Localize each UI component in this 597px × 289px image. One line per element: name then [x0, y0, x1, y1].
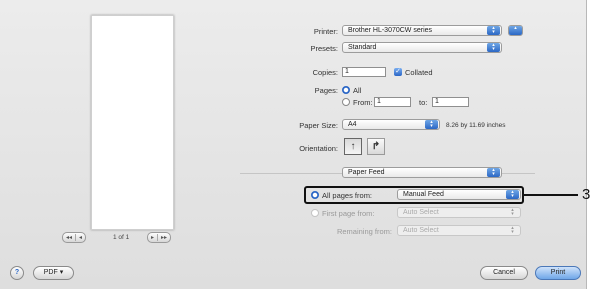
- pages-all-label: All: [353, 86, 362, 95]
- pages-from-label: From:: [353, 98, 373, 107]
- popup-arrows-icon: ▴ ▾: [487, 26, 500, 35]
- first-page-from-label: First page from:: [322, 209, 375, 218]
- first-page-source-select[interactable]: Auto Select ▴ ▾: [397, 207, 521, 218]
- callout-number: 3: [582, 186, 591, 203]
- orientation-label: Orientation:: [299, 144, 338, 153]
- popup-arrows-icon: ▴ ▾: [487, 43, 500, 52]
- landscape-orientation-button[interactable]: ↱: [367, 138, 385, 155]
- pages-all-radio[interactable]: [342, 86, 350, 94]
- paper-dimensions: 8.26 by 11.69 inches: [446, 122, 506, 129]
- printer-label: Printer:: [313, 27, 338, 36]
- preview-forward-buttons[interactable]: ▸ ▸▸: [147, 232, 172, 243]
- landscape-icon: ↱: [371, 141, 381, 152]
- next-last-page-button[interactable]: ▸ ▸▸: [147, 232, 172, 243]
- printer-select[interactable]: Brother HL-3070CW series ▴ ▾: [342, 25, 502, 36]
- print-preview-page: [91, 15, 174, 230]
- remaining-source-value: Auto Select: [403, 227, 439, 234]
- preview-back-buttons[interactable]: ◂◂ ◂: [62, 232, 87, 243]
- popup-arrows-icon: ▴ ▾: [511, 225, 514, 235]
- paper-size-label: Paper Size:: [299, 121, 338, 130]
- first-prev-page-button[interactable]: ◂◂ ◂: [62, 232, 87, 243]
- pages-label: Pages:: [314, 86, 338, 95]
- presets-label: Presets:: [310, 44, 338, 53]
- callout-highlight-box: [304, 186, 524, 204]
- collapse-triangle-icon: ▴: [509, 26, 522, 35]
- first-page-from-radio[interactable]: [311, 209, 319, 217]
- expand-dialog-button[interactable]: ▴: [508, 25, 523, 36]
- collated-label: Collated: [405, 68, 433, 77]
- remaining-source-select[interactable]: Auto Select ▴ ▾: [397, 225, 521, 236]
- next-page-icon[interactable]: ▸: [148, 234, 157, 241]
- pages-to-field[interactable]: 1: [432, 97, 469, 107]
- printer-value: Brother HL-3070CW series: [348, 27, 433, 34]
- help-icon: ?: [14, 269, 20, 276]
- presets-value: Standard: [348, 44, 377, 51]
- pdf-menu-button[interactable]: PDF ▾: [33, 266, 74, 280]
- remaining-from-label: Remaining from:: [336, 227, 392, 236]
- pages-from-field[interactable]: 1: [374, 97, 411, 107]
- pages-to-label: to:: [419, 98, 428, 107]
- prev-page-icon[interactable]: ◂: [75, 234, 85, 241]
- popup-arrows-icon: ▴ ▾: [425, 120, 438, 129]
- last-page-icon[interactable]: ▸▸: [157, 234, 170, 241]
- paper-size-value: A4: [348, 121, 357, 128]
- first-page-source-value: Auto Select: [403, 209, 439, 216]
- print-button[interactable]: Print: [535, 266, 581, 280]
- presets-select[interactable]: Standard ▴ ▾: [342, 42, 502, 53]
- copies-field[interactable]: 1: [342, 67, 386, 77]
- cancel-button[interactable]: Cancel: [480, 266, 528, 280]
- paper-size-select[interactable]: A4 ▴ ▾: [342, 119, 440, 130]
- copies-label: Copies:: [312, 68, 338, 77]
- print-dialog: ◂◂ ◂ 1 of 1 ▸ ▸▸ Printer: Brother HL-3070C…: [0, 0, 587, 289]
- popup-arrows-icon: ▴ ▾: [487, 168, 500, 177]
- page-indicator: 1 of 1: [113, 234, 130, 241]
- portrait-icon: ↑: [350, 141, 356, 152]
- collated-checkbox[interactable]: ✓: [394, 68, 402, 76]
- pages-from-radio[interactable]: [342, 98, 350, 106]
- portrait-orientation-button[interactable]: ↑: [344, 138, 362, 155]
- help-button[interactable]: ?: [10, 266, 24, 280]
- popup-arrows-icon: ▴ ▾: [511, 207, 514, 217]
- first-page-icon[interactable]: ◂◂: [63, 234, 75, 241]
- section-select[interactable]: Paper Feed ▴ ▾: [342, 167, 502, 178]
- callout-leader-line: [524, 194, 578, 196]
- section-value: Paper Feed: [348, 169, 385, 176]
